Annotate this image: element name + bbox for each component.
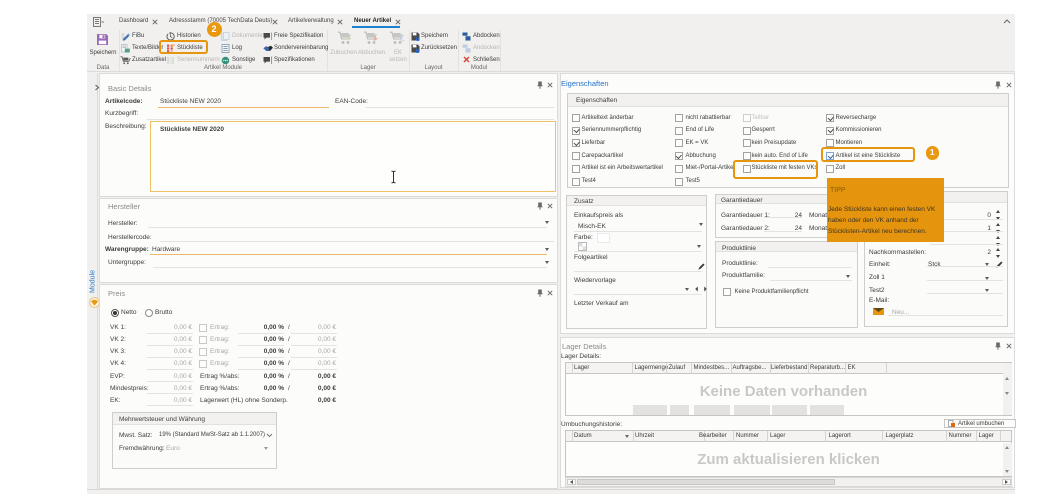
svg-text:u: u [416, 35, 420, 40]
svg-text:€: € [400, 34, 405, 44]
svg-text:b: b [416, 47, 420, 52]
